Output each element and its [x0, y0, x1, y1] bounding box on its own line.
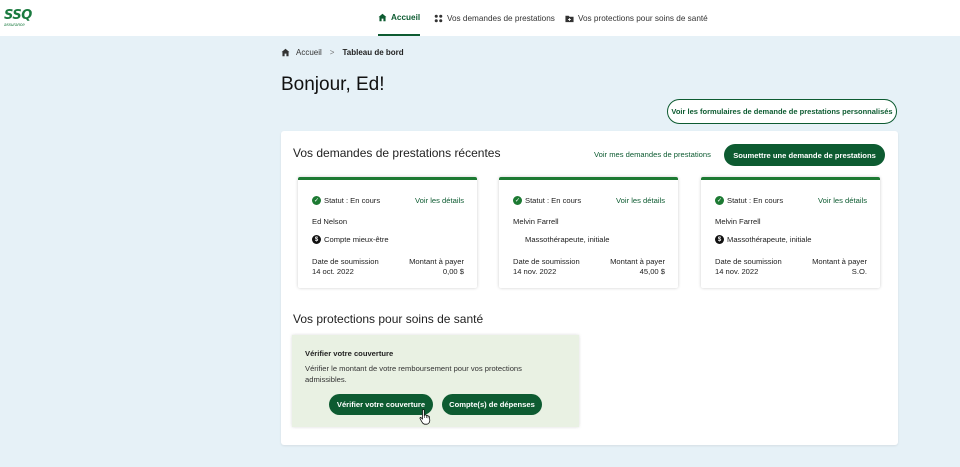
- nav-item-home[interactable]: Accueil: [378, 0, 421, 36]
- claim-patient-name: Melvin Farrell: [513, 217, 559, 226]
- claim-service: Massothérapeute, initiale: [525, 235, 609, 244]
- grid-icon: [434, 14, 443, 22]
- ssq-logo[interactable]: SSQ assurance: [4, 9, 38, 29]
- submission-date-label: Date de soumission: [312, 257, 379, 266]
- check-circle-icon: ✓: [312, 196, 321, 205]
- amount-label: Montant à payer: [812, 257, 867, 266]
- nav-item-health-protections[interactable]: Vos protections pour soins de santé: [565, 0, 708, 36]
- view-details-link[interactable]: Voir les détails: [818, 196, 867, 205]
- verify-coverage-button[interactable]: Vérifier votre couverture: [329, 394, 433, 415]
- view-all-claims-link[interactable]: Voir mes demandes de prestations: [594, 150, 711, 159]
- home-icon[interactable]: [281, 48, 290, 57]
- submission-date: 14 nov. 2022: [715, 267, 759, 276]
- claim-service-text: Massothérapeute, initiale: [727, 235, 812, 244]
- claim-status-text: Statut : En cours: [727, 196, 784, 205]
- claim-service-text: Compte mieux-être: [324, 235, 389, 244]
- coverage-panel-title: Vérifier votre couverture: [305, 349, 394, 358]
- submission-date: 14 oct. 2022: [312, 267, 354, 276]
- claim-status-text: Statut : En cours: [525, 196, 582, 205]
- logo-subtext: assurance: [4, 22, 25, 27]
- submission-date-label: Date de soumission: [715, 257, 782, 266]
- claim-status-text: Statut : En cours: [324, 196, 381, 205]
- submission-date-label: Date de soumission: [513, 257, 580, 266]
- submission-date: 14 nov. 2022: [513, 267, 557, 276]
- breadcrumb-current: Tableau de bord: [342, 48, 404, 57]
- health-protections-title: Vos protections pour soins de santé: [293, 312, 484, 326]
- claim-status: ✓ Statut : En cours: [715, 196, 783, 205]
- claim-card: ✓ Statut : En cours Voir les détails Mel…: [499, 177, 678, 288]
- logo-text: SSQ: [4, 8, 32, 23]
- nav-item-claims[interactable]: Vos demandes de prestations: [434, 0, 555, 36]
- claim-card: ✓ Statut : En cours Voir les détails Mel…: [701, 177, 880, 288]
- view-details-link[interactable]: Voir les détails: [415, 196, 464, 205]
- claim-service-text: Massothérapeute, initiale: [525, 235, 610, 244]
- claim-service: $ Massothérapeute, initiale: [715, 235, 811, 244]
- hand-cursor-icon: [419, 409, 431, 425]
- top-navigation-bar: SSQ assurance Accueil Vos demandes de pr…: [0, 0, 960, 36]
- amount-value: 0,00 $: [442, 267, 464, 276]
- claim-service: $ Compte mieux-être: [312, 235, 389, 244]
- claim-patient-name: Ed Nelson: [312, 217, 348, 226]
- amount-label: Montant à payer: [409, 257, 464, 266]
- claim-status: ✓ Statut : En cours: [312, 196, 380, 205]
- check-circle-icon: ✓: [513, 196, 522, 205]
- view-details-link[interactable]: Voir les détails: [616, 196, 665, 205]
- nav-label-claims: Vos demandes de prestations: [447, 13, 555, 23]
- dollar-circle-icon: $: [312, 235, 321, 244]
- coverage-panel-description: Vérifier le montant de votre rembourseme…: [305, 364, 522, 384]
- check-circle-icon: ✓: [715, 196, 724, 205]
- nav-label-health-protections: Vos protections pour soins de santé: [578, 13, 708, 23]
- coverage-panel: Vérifier votre couverture Vérifier le mo…: [292, 335, 579, 427]
- claim-card: ✓ Statut : En cours Voir les détails Ed …: [298, 177, 477, 288]
- claim-patient-name: Melvin Farrell: [715, 217, 761, 226]
- nav-label-home: Accueil: [391, 12, 421, 22]
- spending-accounts-button[interactable]: Compte(s) de dépenses: [442, 394, 542, 415]
- breadcrumb: Accueil > Tableau de bord: [281, 48, 404, 57]
- page-title: Bonjour, Ed!: [281, 74, 385, 95]
- breadcrumb-home-link[interactable]: Accueil: [296, 48, 322, 57]
- recent-claims-title: Vos demandes de prestations récentes: [293, 146, 501, 160]
- submit-claim-button[interactable]: Soumettre une demande de prestations: [724, 144, 885, 166]
- amount-value: S.O.: [851, 267, 867, 276]
- amount-value: 45,00 $: [639, 267, 665, 276]
- dollar-circle-icon: $: [715, 235, 724, 244]
- folder-plus-icon: [565, 15, 574, 22]
- claim-status: ✓ Statut : En cours: [513, 196, 581, 205]
- personalized-forms-button[interactable]: Voir les formulaires de demande de prest…: [667, 99, 897, 124]
- amount-label: Montant à payer: [610, 257, 665, 266]
- home-icon: [378, 13, 387, 21]
- breadcrumb-separator-icon: >: [329, 48, 335, 57]
